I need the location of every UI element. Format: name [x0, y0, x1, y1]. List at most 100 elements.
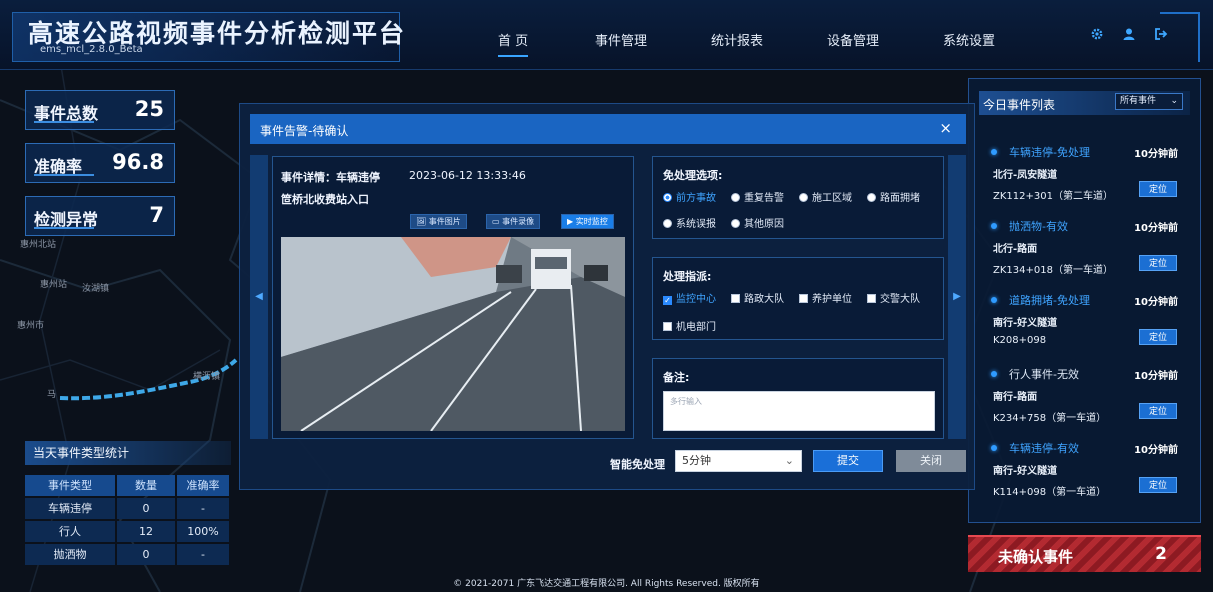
- event-filter-select[interactable]: 所有事件 ⌄: [1115, 93, 1183, 110]
- checkbox-icon: [867, 294, 876, 303]
- submit-button[interactable]: 提交: [813, 450, 883, 472]
- close-button[interactable]: 关闭: [896, 450, 966, 472]
- close-icon[interactable]: ×: [939, 119, 952, 137]
- checkbox-option[interactable]: 机电部门: [663, 318, 716, 333]
- checkbox-option[interactable]: 养护单位: [799, 290, 852, 305]
- nav-event-management[interactable]: 事件管理: [595, 30, 647, 49]
- nav-device-management[interactable]: 设备管理: [827, 30, 879, 49]
- radio-option[interactable]: 重复告警: [731, 189, 784, 204]
- table-cell: -: [177, 544, 229, 565]
- nav-system-settings[interactable]: 系统设置: [943, 30, 995, 49]
- locate-button[interactable]: 定位: [1139, 403, 1177, 419]
- column-header: 准确率: [177, 475, 229, 496]
- map-place-label: 惠州市: [17, 321, 45, 331]
- locate-button[interactable]: 定位: [1139, 255, 1177, 271]
- event-image-button[interactable]: 🖼 事件图片: [410, 214, 467, 229]
- stat-label: 事件总数: [34, 104, 99, 123]
- checkbox-icon: [731, 294, 740, 303]
- footer-copyright: © 2021-2071 广东飞达交通工程有限公司. All Rights Res…: [453, 579, 760, 589]
- stat-value: 96.8: [112, 150, 164, 174]
- live-monitor-button[interactable]: ▶ 实时监控: [561, 214, 614, 229]
- radio-icon: [731, 219, 740, 228]
- remark-title: 备注:: [663, 371, 690, 384]
- select-value: 所有事件: [1120, 96, 1157, 106]
- event-detail-time: 2023-06-12 13:33:46: [409, 169, 526, 182]
- nav-statistics-reports[interactable]: 统计报表: [711, 30, 763, 49]
- event-detail-panel: 事件详情：车辆违停 2023-06-12 13:33:46 笸桥北收费站入口 🖼…: [272, 156, 634, 439]
- table-cell: -: [177, 498, 229, 519]
- remark-textarea[interactable]: 多行输入: [663, 391, 935, 431]
- map-place-label: 惠州北站: [20, 240, 57, 250]
- chevron-down-icon: ⌄: [784, 454, 794, 467]
- exempt-title: 免处理选项:: [663, 169, 723, 182]
- map-place-label: 惠州站: [40, 280, 68, 290]
- event-video-button[interactable]: ▭ 事件录像: [486, 214, 541, 229]
- table-cell: 车辆违停: [25, 498, 115, 519]
- gear-icon[interactable]: [1088, 27, 1106, 45]
- prev-arrow-button[interactable]: ◀: [250, 155, 268, 439]
- event-video-frame[interactable]: [281, 237, 625, 431]
- table-cell: 0: [117, 498, 175, 519]
- table-cell: 行人: [25, 521, 115, 542]
- radio-icon: [799, 193, 808, 202]
- column-header: 数量: [117, 475, 175, 496]
- bullet-icon: [991, 371, 997, 377]
- event-road: 北行-路面: [993, 244, 1038, 255]
- next-arrow-button[interactable]: ▶: [948, 155, 966, 439]
- event-alert-dialog: 事件告警-待确认 × ◀ ▶ 事件详情：车辆违停 2023-06-12 13:3…: [239, 103, 975, 490]
- user-icon[interactable]: [1120, 27, 1138, 45]
- version-label: ems_mcl_2.8.0_Beta: [40, 44, 143, 55]
- list-item[interactable]: 道路拥堵-免处理 10分钟前 南行-好义隧道 K208+098 定位: [969, 289, 1200, 361]
- event-title: 道路拥堵-免处理: [1009, 294, 1090, 307]
- event-position: K114+098（第一车道）: [993, 487, 1107, 498]
- bullet-icon: [991, 223, 997, 229]
- locate-button[interactable]: 定位: [1139, 329, 1177, 345]
- auto-exempt-select[interactable]: 5分钟 ⌄: [675, 450, 802, 472]
- radio-option[interactable]: 前方事故: [663, 189, 716, 204]
- event-road: 南行-好义隧道: [993, 318, 1058, 329]
- nav-home[interactable]: 首 页: [498, 30, 529, 57]
- stat-label: 检测异常: [34, 210, 99, 229]
- corner-decoration: [1160, 12, 1200, 62]
- select-value: 5分钟: [682, 454, 711, 467]
- table-row: 抛洒物 0 -: [25, 544, 231, 565]
- list-item[interactable]: 车辆违停-免处理 10分钟前 北行-凤安隧道 ZK112+301（第二车道） 定…: [969, 141, 1200, 213]
- map-place-label: 横沥镇: [193, 372, 221, 382]
- column-header: 事件类型: [25, 475, 115, 496]
- checkbox-option[interactable]: ✓ 监控中心: [663, 290, 716, 305]
- table-row: 车辆违停 0 -: [25, 498, 231, 519]
- unconfirmed-events-banner[interactable]: 未确认事件 2: [968, 535, 1201, 572]
- event-title: 车辆违停-有效: [1009, 442, 1079, 455]
- radio-option[interactable]: 系统误报: [663, 215, 716, 230]
- event-position: ZK134+018（第一车道）: [993, 265, 1113, 276]
- button-label: 事件图片: [428, 217, 461, 226]
- auto-exempt-label: 智能免处理: [610, 458, 665, 471]
- map-place-label: 汝湖镇: [82, 284, 110, 294]
- checkbox-icon: [799, 294, 808, 303]
- checkbox-option[interactable]: 路政大队: [731, 290, 784, 305]
- locate-button[interactable]: 定位: [1139, 181, 1177, 197]
- event-time: 10分钟前: [1134, 297, 1178, 308]
- stat-value: 7: [149, 203, 164, 227]
- radio-icon: [731, 193, 740, 202]
- radio-option[interactable]: 其他原因: [731, 215, 784, 230]
- table-cell: 抛洒物: [25, 544, 115, 565]
- list-item[interactable]: 抛洒物-有效 10分钟前 北行-路面 ZK134+018（第一车道） 定位: [969, 215, 1200, 287]
- event-road: 南行-好义隧道: [993, 466, 1058, 477]
- list-item[interactable]: 行人事件-无效 10分钟前 南行-路面 K234+758（第一车道） 定位: [969, 363, 1200, 435]
- checkbox-option[interactable]: 交警大队: [867, 290, 920, 305]
- stat-value: 25: [134, 97, 164, 121]
- radio-option[interactable]: 施工区域: [799, 189, 852, 204]
- button-label: 实时监控: [575, 217, 608, 226]
- stat-card-accuracy: 准确率 96.8: [25, 143, 175, 183]
- list-item[interactable]: 车辆违停-有效 10分钟前 南行-好义隧道 K114+098（第一车道） 定位: [969, 437, 1200, 509]
- table-row: 行人 12 100%: [25, 521, 231, 542]
- locate-button[interactable]: 定位: [1139, 477, 1177, 493]
- table-cell: 0: [117, 544, 175, 565]
- checkbox-icon: [663, 322, 672, 331]
- radio-icon: [663, 219, 672, 228]
- radio-option[interactable]: 路面拥堵: [867, 189, 920, 204]
- map-place-label: 马: [47, 390, 57, 400]
- event-title: 抛洒物-有效: [1009, 220, 1068, 233]
- exempt-options-panel: 免处理选项: 前方事故 重复告警 施工区域 路面拥堵 系统误报 其他原因: [652, 156, 944, 239]
